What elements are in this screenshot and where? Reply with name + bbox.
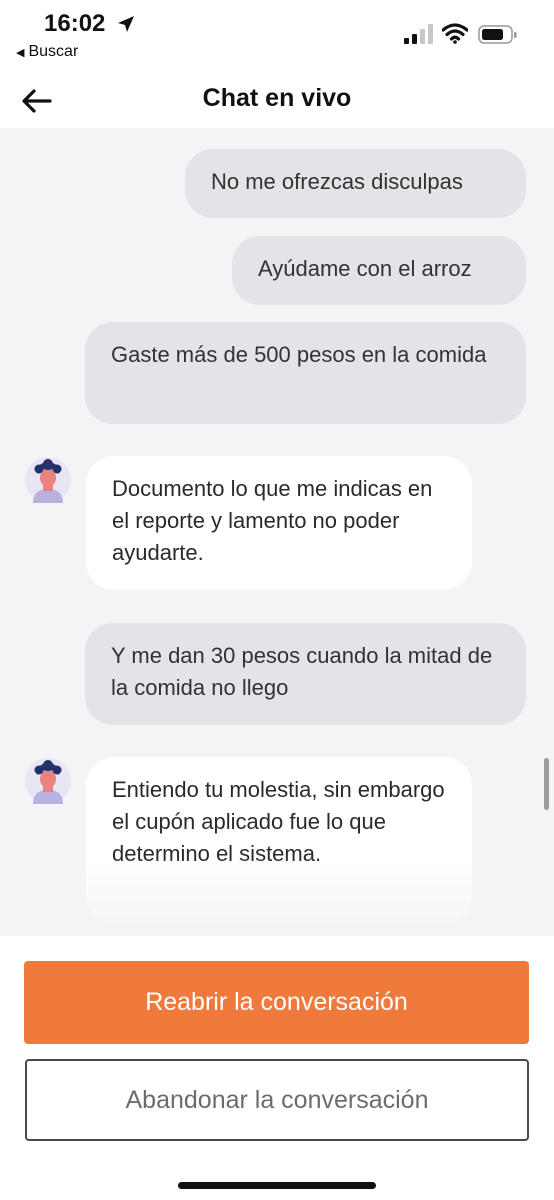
agent-message-bubble: Documento lo que me indicas en el report… (86, 456, 472, 590)
action-footer: Reabrir la conversación Abandonar la con… (0, 936, 554, 1200)
arrow-left-icon[interactable] (20, 86, 54, 116)
reopen-conversation-button[interactable]: Reabrir la conversación (24, 961, 529, 1044)
status-time: 16:02 (44, 10, 106, 37)
user-message-bubble: Y me dan 30 pesos cuando la mitad de la … (85, 623, 526, 725)
abandon-conversation-button[interactable]: Abandonar la conversación (25, 1059, 529, 1141)
battery-icon (478, 25, 517, 44)
page-title: Chat en vivo (202, 84, 352, 112)
chat-fade-overlay (0, 858, 554, 936)
nav-bar: Chat en vivo (0, 76, 554, 128)
home-indicator[interactable] (178, 1182, 376, 1189)
back-to-app-link[interactable]: ◀ Buscar (16, 43, 78, 61)
back-app-label: Buscar (28, 43, 79, 60)
back-triangle-icon: ◀ (16, 47, 25, 59)
signal-icon (404, 24, 433, 44)
user-message-bubble: No me ofrezcas disculpas (185, 149, 526, 218)
user-message-bubble: Gaste más de 500 pesos en la comida (85, 322, 526, 424)
user-message-bubble: Ayúdame con el arroz (232, 236, 526, 305)
chat-scrollbar[interactable] (544, 758, 549, 810)
location-arrow-icon (118, 16, 134, 32)
status-bar: 16:02 ◀ Buscar (0, 0, 554, 76)
chat-area[interactable]: No me ofrezcas disculpas Ayúdame con el … (0, 128, 554, 936)
agent-avatar (25, 758, 71, 804)
wifi-icon (442, 23, 468, 44)
agent-avatar (25, 457, 71, 503)
